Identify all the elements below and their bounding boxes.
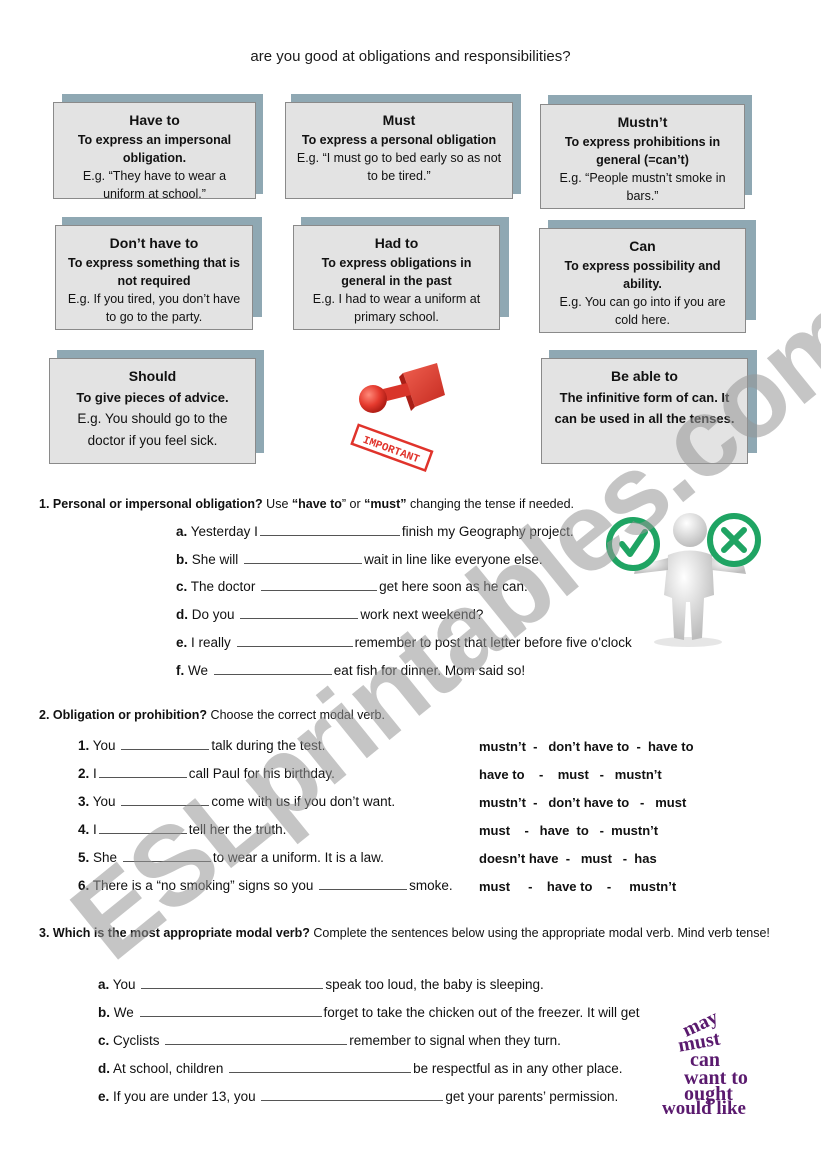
answer-blank[interactable] xyxy=(244,552,363,564)
answer-blank[interactable] xyxy=(121,738,210,750)
exercise-2-item-1: 1. You talk during the test. xyxy=(78,738,326,753)
rubber-stamp-icon: IMPORTANT xyxy=(345,355,455,475)
concept-title: Should xyxy=(128,368,177,384)
exercise-2-item-3: 3. You come with us if you don’t want. xyxy=(78,794,396,809)
answer-blank[interactable] xyxy=(121,794,210,806)
answer-blank[interactable] xyxy=(259,524,400,536)
exercise-2-item-2: 2. Icall Paul for his birthday. xyxy=(78,766,335,781)
concept-title: Have to xyxy=(129,112,180,128)
choice-set-6: must - have to - mustn’t xyxy=(479,879,677,894)
answer-blank[interactable] xyxy=(261,579,378,591)
exercise-3-item-d: d. At school, children be respectful as … xyxy=(98,1061,623,1076)
answer-blank[interactable] xyxy=(98,822,187,834)
answer-blank[interactable] xyxy=(98,766,187,778)
concept-definition: To express prohibitions in general (=can… xyxy=(564,135,721,167)
concept-title: Mustn’t xyxy=(617,114,668,130)
concept-example: E.g. I had to wear a uniform at primary … xyxy=(312,292,481,324)
exercise-2-item-5: 5. She to wear a uniform. It is a law. xyxy=(78,850,384,865)
answer-blank[interactable] xyxy=(139,1005,322,1017)
concept-example: E.g. You should go to the doctor if you … xyxy=(77,411,228,448)
concept-title: Can xyxy=(629,238,656,254)
answer-blank[interactable] xyxy=(229,1061,412,1073)
answer-blank[interactable] xyxy=(165,1033,348,1045)
answer-blank[interactable] xyxy=(213,663,332,675)
answer-blank[interactable] xyxy=(122,850,211,862)
concept-definition: To express an impersonal obligation. xyxy=(77,133,232,165)
person-check-cross-icon xyxy=(600,500,775,648)
answer-blank[interactable] xyxy=(240,607,359,619)
choice-set-4: must - have to - mustn’t xyxy=(479,823,659,838)
exercise-1-item-a: a. Yesterday Ifinish my Geography projec… xyxy=(176,524,574,539)
exercise-1-item-e: e. I really remember to post that letter… xyxy=(176,635,632,650)
cross-icon xyxy=(707,513,761,567)
concept-definition: To give pieces of advice. xyxy=(76,390,229,405)
word-art-would-like: would like xyxy=(662,1098,746,1118)
concept-definition: To express possibility and ability. xyxy=(564,259,721,291)
exercise-1-item-d: d. Do you work next weekend? xyxy=(176,607,484,622)
concept-definition: To express a personal obligation xyxy=(301,133,497,147)
choice-set-1: mustn’t - don’t have to - have to xyxy=(479,739,694,754)
exercise-3-heading: 3. Which is the most appropriate modal v… xyxy=(39,926,770,940)
answer-blank[interactable] xyxy=(319,878,408,890)
choice-set-2: have to - must - mustn’t xyxy=(479,767,662,782)
exercise-1-item-f: f. We eat fish for dinner. Mom said so! xyxy=(176,663,526,678)
answer-blank[interactable] xyxy=(236,635,353,647)
worksheet-title: are you good at obligations and responsi… xyxy=(250,48,571,65)
exercise-2-item-4: 4. Itell her the truth. xyxy=(78,822,287,837)
concept-example: E.g. “I must go to bed early so as not t… xyxy=(296,151,502,183)
check-icon xyxy=(606,517,660,571)
choice-set-5: doesn’t have - must - has xyxy=(479,851,657,866)
concept-title: Be able to xyxy=(611,368,678,384)
concept-definition: To express obligations in general in the… xyxy=(321,256,472,288)
concept-example: E.g. You can go into if you are cold her… xyxy=(559,295,726,327)
exercise-2-item-6: 6. There is a “no smoking” signs so you … xyxy=(78,878,453,893)
concept-example: E.g. “People mustn’t smoke in bars.” xyxy=(559,171,726,203)
modal-verbs-word-art: may must can want to ought would like xyxy=(660,1006,770,1119)
choice-set-3: mustn’t - don’t have to - must xyxy=(479,795,687,810)
concept-example: E.g. “They have to wear a uniform at sch… xyxy=(82,169,227,199)
exercise-2-heading: 2. Obligation or prohibition? Choose the… xyxy=(39,708,385,722)
answer-blank[interactable] xyxy=(261,1089,444,1101)
concept-definition: The infinitive form of can. It can be us… xyxy=(554,390,735,426)
exercise-1-item-b: b. She will wait in line like everyone e… xyxy=(176,552,543,567)
concept-title: Must xyxy=(382,112,416,128)
concept-definition: To express something that is not require… xyxy=(67,256,241,288)
concept-title: Had to xyxy=(374,235,419,251)
exercise-3-item-c: c. Cyclists remember to signal when they… xyxy=(98,1033,561,1048)
exercise-1-heading: 1. Personal or impersonal obligation? Us… xyxy=(39,497,574,511)
exercise-3-item-e: e. If you are under 13, you get your par… xyxy=(98,1089,619,1104)
exercise-3-item-b: b. We forget to take the chicken out of … xyxy=(98,1005,640,1020)
concept-title: Don’t have to xyxy=(109,235,199,251)
answer-blank[interactable] xyxy=(141,977,324,989)
concept-example: E.g. If you tired, you don’t have to go … xyxy=(67,292,241,324)
exercise-3-item-a: a. You speak too loud, the baby is sleep… xyxy=(98,977,544,992)
exercise-1-item-c: c. The doctor get here soon as he can. xyxy=(176,579,528,594)
